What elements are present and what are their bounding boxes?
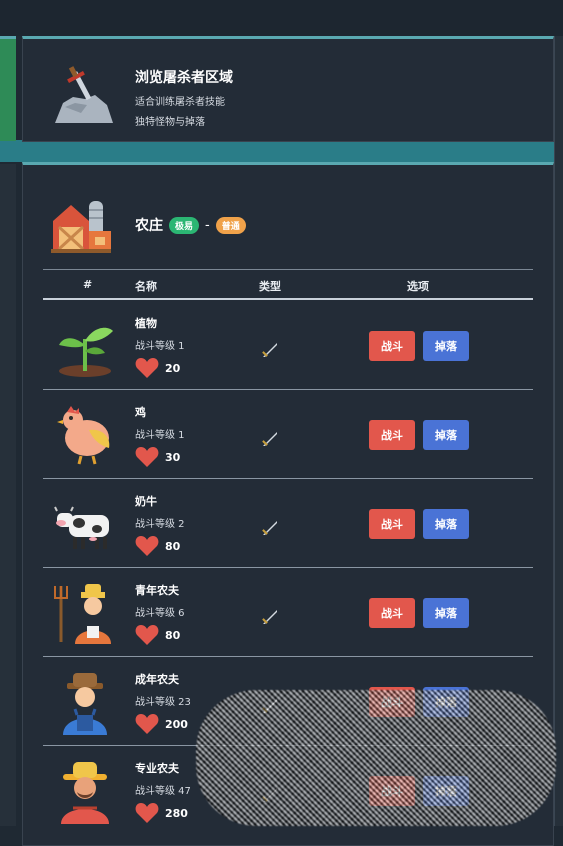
- drops-button[interactable]: 掉落: [423, 598, 469, 628]
- right-scrollbar[interactable]: [554, 36, 563, 826]
- heart-icon: [135, 625, 159, 645]
- monster-hp: 200: [135, 713, 188, 735]
- heart-icon: [135, 803, 159, 823]
- monster-hp-value: 30: [165, 450, 181, 464]
- young-farmer-icon: [54, 584, 111, 644]
- noise-overlay: [196, 690, 556, 826]
- monster-hp-value: 20: [165, 361, 181, 375]
- monster-level: 战斗等级 2: [135, 519, 185, 530]
- monster-name: 青年农夫: [135, 584, 179, 597]
- heart-icon: [135, 536, 159, 556]
- monster-hp-value: 200: [165, 717, 188, 731]
- barn-icon: [51, 201, 111, 253]
- left-card-edge[interactable]: [0, 36, 16, 141]
- top-bar: [0, 0, 563, 36]
- heart-icon: [135, 358, 159, 378]
- fight-button[interactable]: 战斗: [369, 598, 415, 628]
- monster-name: 成年农夫: [135, 673, 179, 686]
- monster-level: 战斗等级 23: [135, 697, 191, 708]
- area-description-2: 独特怪物与掉落: [135, 117, 205, 128]
- monster-hp-value: 280: [165, 806, 188, 820]
- monster-hp: 30: [135, 446, 180, 468]
- table-row: 鸡 战斗等级 1 30 战斗 掉落: [43, 390, 533, 479]
- sword-icon: [262, 610, 277, 624]
- sword-icon: [262, 521, 277, 535]
- left-column-edge: [0, 164, 16, 826]
- zone-title-row: 农庄 极易 - 普通: [135, 215, 246, 235]
- drops-button[interactable]: 掉落: [423, 420, 469, 450]
- monster-level: 战斗等级 1: [135, 341, 185, 352]
- rarity-badge: 普通: [215, 216, 246, 234]
- table-top-divider: [43, 269, 533, 270]
- table-row: 奶牛 战斗等级 2 80 战斗 掉落: [43, 479, 533, 568]
- zone-name: 农庄: [135, 218, 163, 234]
- chicken-icon: [57, 406, 110, 465]
- monster-hp: 20: [135, 357, 180, 379]
- monster-hp: 280: [135, 802, 188, 824]
- adult-farmer-icon: [63, 673, 107, 735]
- fight-button[interactable]: 战斗: [369, 420, 415, 450]
- monster-name: 植物: [135, 317, 157, 330]
- header-options: 选项: [407, 280, 429, 293]
- badge-separator: -: [205, 217, 210, 233]
- sword-in-stone-icon: [55, 66, 113, 123]
- plant-icon: [59, 327, 113, 377]
- monster-name: 奶牛: [135, 495, 157, 508]
- area-card[interactable]: 浏览屠杀者区域 适合训练屠杀者技能 独特怪物与掉落: [22, 36, 554, 142]
- section-divider: [0, 140, 563, 162]
- fight-button[interactable]: 战斗: [369, 331, 415, 361]
- area-description-1: 适合训练屠杀者技能: [135, 97, 225, 108]
- monster-level: 战斗等级 47: [135, 786, 191, 797]
- monster-hp-value: 80: [165, 628, 181, 642]
- fight-button[interactable]: 战斗: [369, 509, 415, 539]
- header-type: 类型: [259, 280, 281, 293]
- header-index: #: [83, 278, 93, 291]
- table-header-divider: [43, 298, 533, 300]
- header-name: 名称: [135, 280, 157, 293]
- monster-name: 鸡: [135, 406, 146, 419]
- heart-icon: [135, 447, 159, 467]
- area-title: 浏览屠杀者区域: [135, 70, 233, 86]
- table-row: 植物 战斗等级 1 20 战斗 掉落: [43, 301, 533, 390]
- monster-name: 专业农夫: [135, 762, 179, 775]
- monster-level: 战斗等级 1: [135, 430, 185, 441]
- sword-icon: [262, 432, 277, 446]
- table-row: 青年农夫 战斗等级 6 80 战斗 掉落: [43, 568, 533, 657]
- monster-level: 战斗等级 6: [135, 608, 185, 619]
- monster-hp: 80: [135, 535, 180, 557]
- drops-button[interactable]: 掉落: [423, 331, 469, 361]
- monster-hp-value: 80: [165, 539, 181, 553]
- heart-icon: [135, 714, 159, 734]
- sword-icon: [262, 343, 277, 357]
- pro-farmer-icon: [61, 762, 109, 824]
- table-header: # 名称 类型 选项: [43, 273, 533, 297]
- difficulty-badge: 极易: [169, 216, 200, 234]
- monster-hp: 80: [135, 624, 180, 646]
- cow-icon: [54, 506, 109, 549]
- drops-button[interactable]: 掉落: [423, 509, 469, 539]
